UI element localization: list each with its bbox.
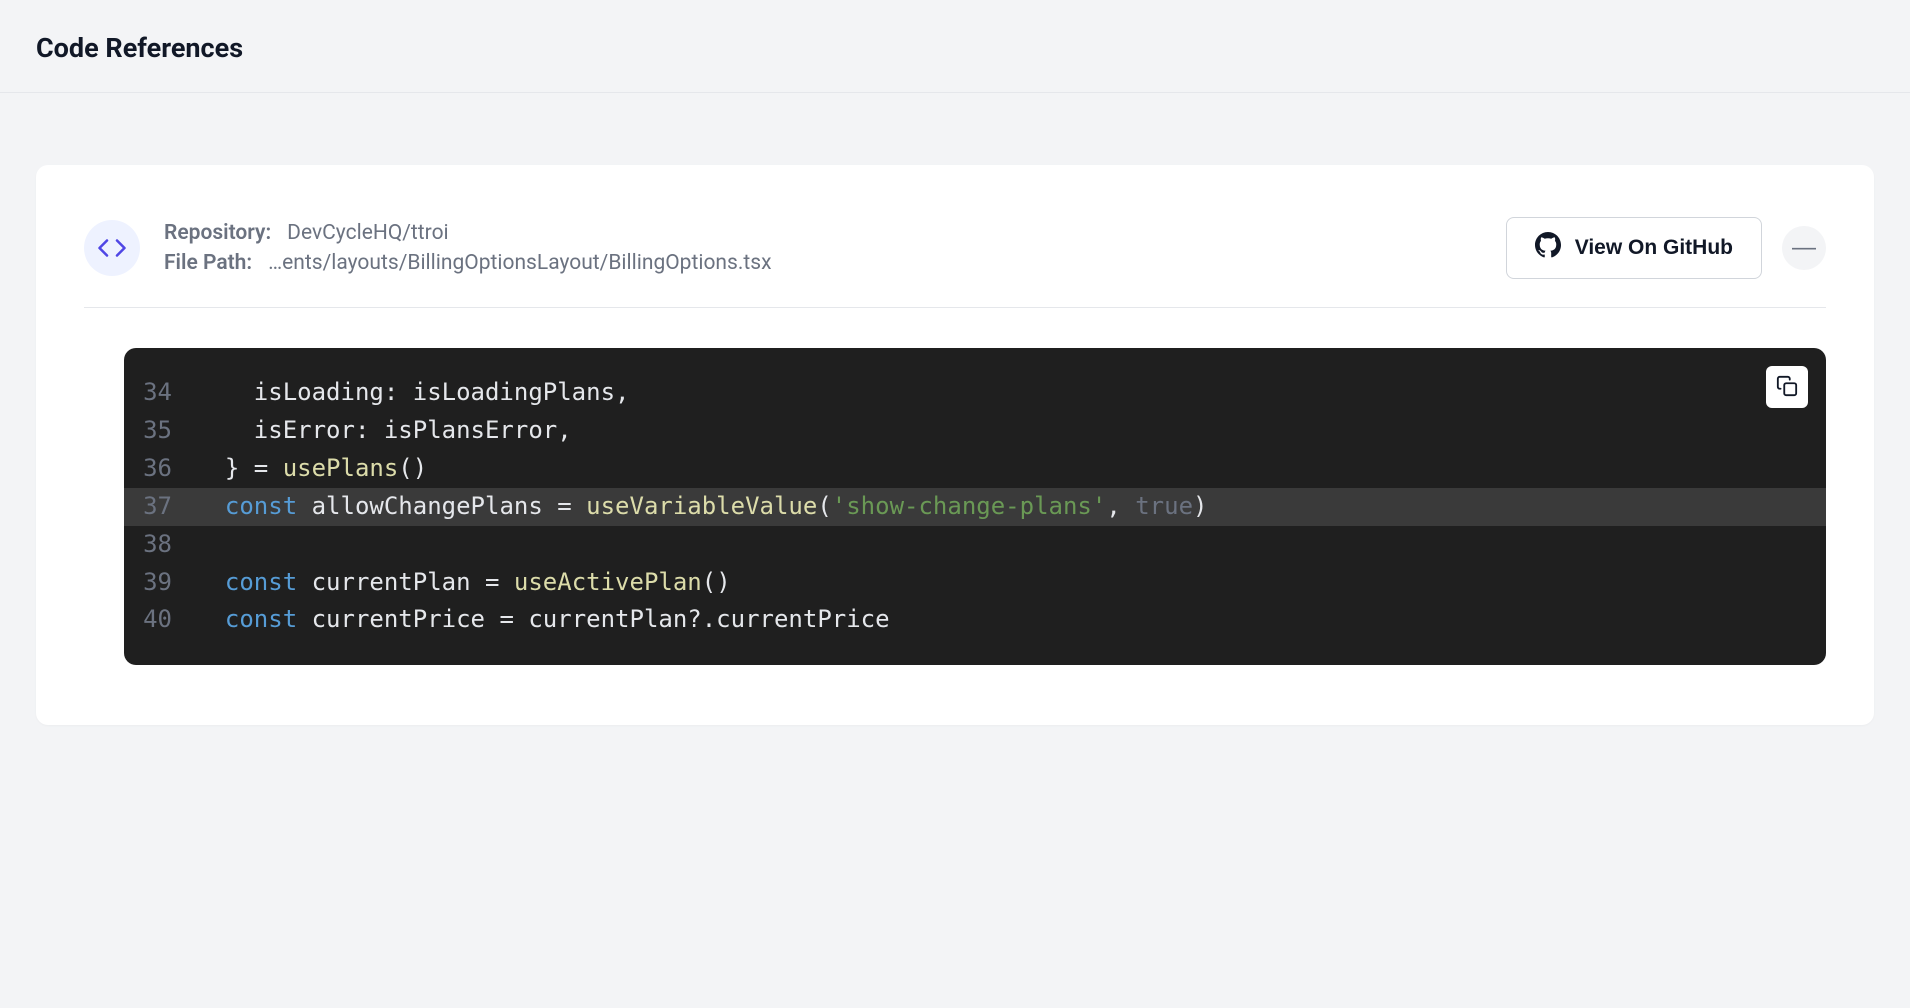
code-line: 39 const currentPlan = useActivePlan() <box>124 564 1826 602</box>
collapse-button[interactable]: — <box>1782 226 1826 270</box>
copy-button[interactable] <box>1766 366 1808 408</box>
line-content: isLoading: isLoadingPlans, <box>196 374 653 412</box>
line-number: 34 <box>124 374 196 412</box>
page-title: Code References <box>36 32 1874 64</box>
line-number: 35 <box>124 412 196 450</box>
repository-row: Repository: DevCycleHQ/ttroi <box>164 221 772 245</box>
content-area: Repository: DevCycleHQ/ttroi File Path: … <box>0 93 1910 761</box>
repository-label: Repository: <box>164 221 271 245</box>
code-block: 34 isLoading: isLoadingPlans,35 isError:… <box>124 348 1826 665</box>
code-lines: 34 isLoading: isLoadingPlans,35 isError:… <box>124 374 1826 639</box>
line-content: const currentPrice = currentPlan?.curren… <box>196 601 914 639</box>
line-number: 38 <box>124 526 196 564</box>
card-header-left: Repository: DevCycleHQ/ttroi File Path: … <box>84 220 772 276</box>
filepath-value: …ents/layouts/BillingOptionsLayout/Billi… <box>268 251 771 275</box>
line-content: const allowChangePlans = useVariableValu… <box>196 488 1231 526</box>
minus-icon: — <box>1792 234 1816 262</box>
code-line: 36 } = usePlans() <box>124 450 1826 488</box>
copy-icon <box>1776 375 1798 400</box>
filepath-row: File Path: …ents/layouts/BillingOptionsL… <box>164 251 772 275</box>
line-content: } = usePlans() <box>196 450 451 488</box>
line-content: isError: isPlansError, <box>196 412 596 450</box>
code-line: 37 const allowChangePlans = useVariableV… <box>124 488 1826 526</box>
repo-info: Repository: DevCycleHQ/ttroi File Path: … <box>164 221 772 275</box>
card-header-right: View On GitHub — <box>1506 217 1826 279</box>
code-icon <box>84 220 140 276</box>
line-number: 40 <box>124 601 196 639</box>
view-on-github-button[interactable]: View On GitHub <box>1506 217 1762 279</box>
filepath-label: File Path: <box>164 251 252 275</box>
page-header: Code References <box>0 0 1910 93</box>
line-number: 36 <box>124 450 196 488</box>
repository-value: DevCycleHQ/ttroi <box>287 221 449 245</box>
line-content: const currentPlan = useActivePlan() <box>196 564 755 602</box>
line-number: 39 <box>124 564 196 602</box>
code-line: 40 const currentPrice = currentPlan?.cur… <box>124 601 1826 639</box>
github-button-label: View On GitHub <box>1575 236 1733 260</box>
code-line: 35 isError: isPlansError, <box>124 412 1826 450</box>
github-icon <box>1535 232 1561 264</box>
code-line: 38 <box>124 526 1826 564</box>
code-line: 34 isLoading: isLoadingPlans, <box>124 374 1826 412</box>
code-reference-card: Repository: DevCycleHQ/ttroi File Path: … <box>36 165 1874 725</box>
line-number: 37 <box>124 488 196 526</box>
card-header: Repository: DevCycleHQ/ttroi File Path: … <box>84 217 1826 308</box>
